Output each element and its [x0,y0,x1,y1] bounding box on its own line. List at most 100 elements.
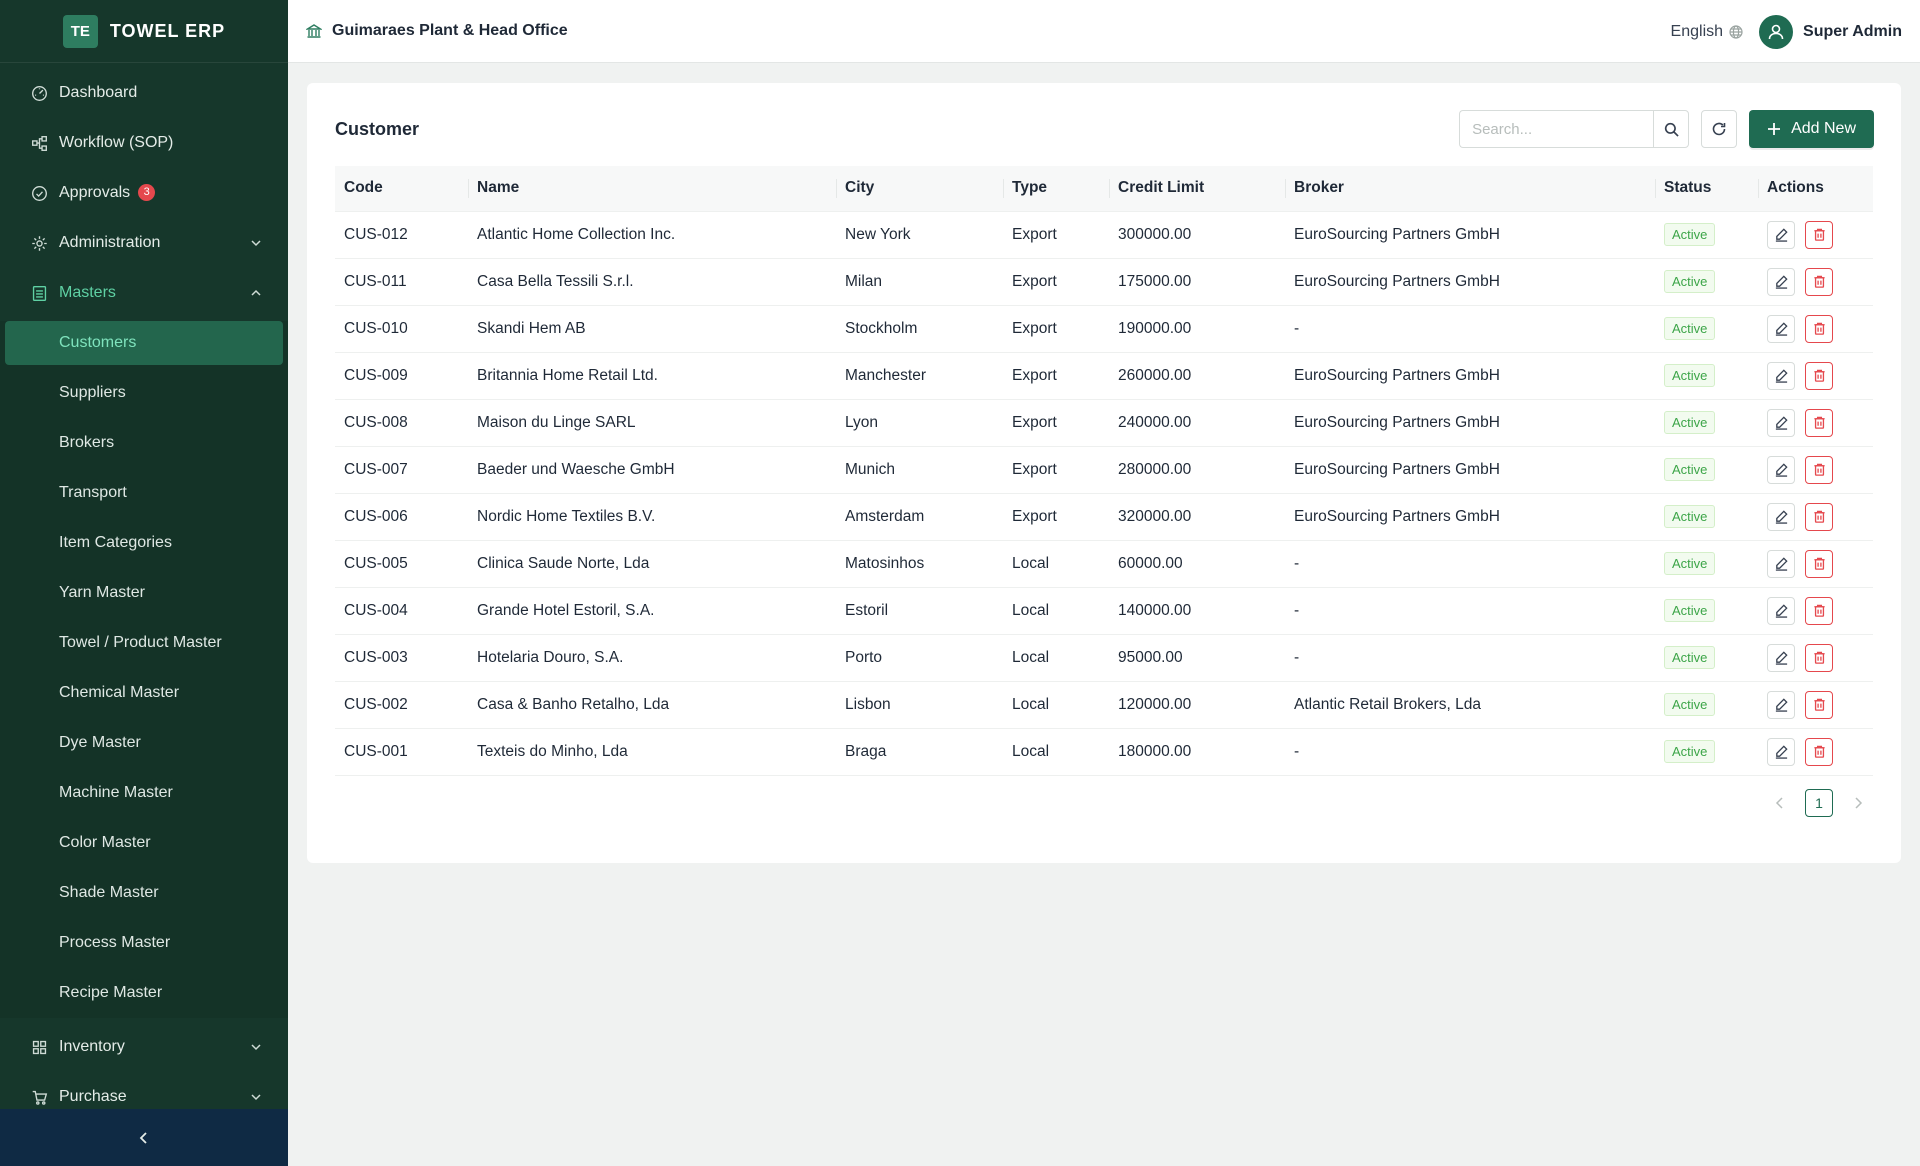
delete-button[interactable] [1805,643,1833,672]
table-row[interactable]: CUS-003 Hotelaria Douro, S.A. Porto Local 95… [335,634,1873,682]
edit-button[interactable] [1767,690,1795,719]
delete-button[interactable] [1805,690,1833,719]
table-body: CUS-012 Atlantic Home Collection Inc. New … [335,211,1873,776]
search-input[interactable] [1459,110,1654,148]
delete-button[interactable] [1805,455,1833,484]
sidebar-item-item-categories[interactable]: Item Categories [0,518,288,568]
cell-name: Maison du Linge SARL [468,399,836,447]
refresh-icon [1712,122,1726,136]
table-row[interactable]: CUS-011 Casa Bella Tessili S.r.l. Milan Exp… [335,258,1873,306]
trash-icon [1812,415,1827,430]
table-row[interactable]: CUS-008 Maison du Linge SARL Lyon Export 240… [335,399,1873,447]
row-actions [1767,737,1864,766]
sidebar-item-masters[interactable]: Masters [0,268,288,318]
sidebar-item-brokers[interactable]: Brokers [0,418,288,468]
sidebar-item-administration[interactable]: Administration [0,218,288,268]
cell-broker: EuroSourcing Partners GmbH [1285,446,1655,494]
search-button[interactable] [1653,110,1690,148]
sidebar-item-dashboard[interactable]: Dashboard [0,68,288,118]
table-row[interactable]: CUS-007 Baeder und Waesche GmbH Munich Expo… [335,446,1873,494]
edit-button[interactable] [1767,643,1795,672]
edit-button[interactable] [1767,455,1795,484]
delete-button[interactable] [1805,408,1833,437]
cell-actions [1758,211,1873,259]
avatar [1759,14,1794,49]
refresh-button[interactable] [1701,110,1738,148]
delete-button[interactable] [1805,502,1833,531]
language-selector[interactable]: English [1671,23,1743,41]
cell-code: CUS-001 [335,728,468,776]
sidebar-item-workflow[interactable]: Workflow (SOP) [0,118,288,168]
table-row[interactable]: CUS-002 Casa & Banho Retalho, Lda Lisbon Lo… [335,681,1873,729]
table-row[interactable]: CUS-005 Clinica Saude Norte, Lda Matosinho… [335,540,1873,588]
delete-button[interactable] [1805,549,1833,578]
cell-type: Export [1003,258,1109,306]
table-row[interactable]: CUS-006 Nordic Home Textiles B.V. Amsterda… [335,493,1873,541]
cart-icon [30,1088,48,1106]
sidebar-item-approvals[interactable]: Approvals 3 [0,168,288,218]
column-header-city[interactable]: City [836,166,1003,212]
column-header-actions: Actions [1758,166,1873,212]
sidebar-item-chemical-master[interactable]: Chemical Master [0,668,288,718]
edit-button[interactable] [1767,502,1795,531]
table-header-row: Code Name City Type Credit Limit Broker … [335,166,1873,212]
page-number-button[interactable]: 1 [1805,789,1833,817]
sidebar-item-towel-product-master[interactable]: Towel / Product Master [0,618,288,668]
sidebar-item-customers[interactable]: Customers [5,321,283,365]
prev-page-icon[interactable] [1773,796,1787,810]
table-row[interactable]: CUS-012 Atlantic Home Collection Inc. New … [335,211,1873,259]
edit-button[interactable] [1767,267,1795,296]
sidebar-item-recipe-master[interactable]: Recipe Master [0,968,288,1018]
column-header-name[interactable]: Name [468,166,836,212]
user-icon [1768,24,1784,39]
cell-city: Milan [836,258,1003,306]
cell-status: Active [1655,681,1758,729]
next-page-icon[interactable] [1851,796,1865,810]
table-row[interactable]: CUS-001 Texteis do Minho, Lda Braga Local 18… [335,728,1873,776]
column-header-code[interactable]: Code [335,166,468,212]
table-row[interactable]: CUS-009 Britannia Home Retail Ltd. Manches… [335,352,1873,400]
edit-button[interactable] [1767,596,1795,625]
edit-button[interactable] [1767,549,1795,578]
delete-button[interactable] [1805,361,1833,390]
sidebar-item-yarn-master[interactable]: Yarn Master [0,568,288,618]
language-label: English [1670,22,1724,40]
edit-button[interactable] [1767,361,1795,390]
check-circle-icon [30,184,48,202]
sidebar-item-process-master[interactable]: Process Master [0,918,288,968]
user-menu[interactable]: Super Admin [1759,14,1902,49]
edit-button[interactable] [1767,314,1795,343]
delete-button[interactable] [1805,314,1833,343]
cell-status: Active [1655,587,1758,635]
trash-icon [1812,697,1827,712]
cell-status: Active [1655,728,1758,776]
table-row[interactable]: CUS-010 Skandi Hem AB Stockholm Export 19000… [335,305,1873,353]
sidebar-item-shade-master[interactable]: Shade Master [0,868,288,918]
org-selector[interactable]: Guimaraes Plant & Head Office [306,22,568,40]
cell-status: Active [1655,634,1758,682]
delete-button[interactable] [1805,220,1833,249]
sidebar-item-label: Dashboard [59,84,138,101]
column-header-type[interactable]: Type [1003,166,1109,212]
table-row[interactable]: CUS-004 Grande Hotel Estoril, S.A. Estoril… [335,587,1873,635]
sidebar-item-inventory[interactable]: Inventory [0,1022,288,1072]
edit-button[interactable] [1767,737,1795,766]
add-new-button[interactable]: Add New [1749,110,1874,148]
sidebar-item-transport[interactable]: Transport [0,468,288,518]
sidebar-nav: Dashboard Workflow (SOP) Approvals 3 Adm… [0,68,288,1122]
sidebar-collapse-button[interactable] [0,1109,288,1166]
delete-button[interactable] [1805,737,1833,766]
sidebar-item-color-master[interactable]: Color Master [0,818,288,868]
sidebar-item-machine-master[interactable]: Machine Master [0,768,288,818]
edit-button[interactable] [1767,220,1795,249]
column-header-broker[interactable]: Broker [1285,166,1655,212]
column-header-credit-limit[interactable]: Credit Limit [1109,166,1285,212]
edit-button[interactable] [1767,408,1795,437]
cell-code: CUS-008 [335,399,468,447]
sidebar-item-dye-master[interactable]: Dye Master [0,718,288,768]
delete-button[interactable] [1805,267,1833,296]
row-actions [1767,690,1864,719]
column-header-status[interactable]: Status [1655,166,1758,212]
delete-button[interactable] [1805,596,1833,625]
sidebar-item-suppliers[interactable]: Suppliers [0,368,288,418]
